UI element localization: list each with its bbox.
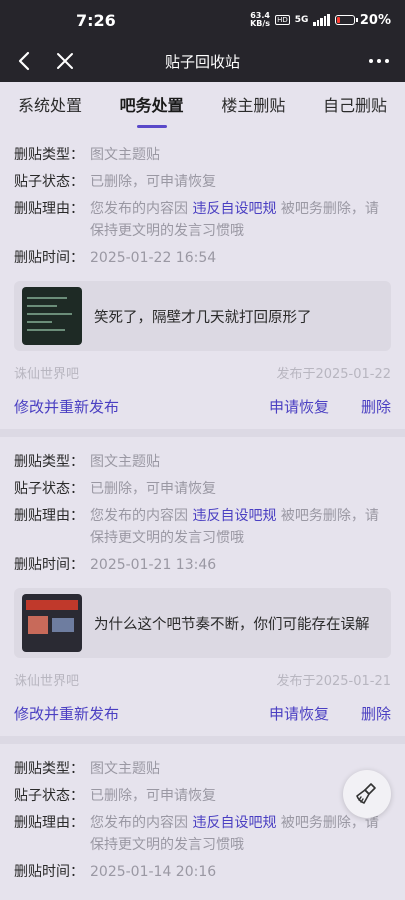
field-label: 删贴理由： <box>14 815 84 831</box>
info-row-status: 贴子状态： 已删除，可申请恢复 <box>14 478 391 500</box>
post-actions: 修改并重新发布 申请恢复 删除 <box>14 396 391 417</box>
field-value: 您发布的内容因 违反自设吧规 被吧务删除，请保持更文明的发言习惯哦 <box>90 508 379 546</box>
field-label: 删贴时间： <box>14 557 84 573</box>
status-bar: 7:26 63.4 KB/s HD 5G 20% <box>0 0 405 40</box>
nav-bar: 贴子回收站 <box>0 40 405 82</box>
more-dots-icon[interactable] <box>365 48 393 74</box>
rule-link[interactable]: 违反自设吧规 <box>192 201 276 217</box>
net-speed-unit: KB/s <box>250 19 271 28</box>
request-restore-button[interactable]: 申请恢复 <box>269 703 329 724</box>
post-meta: 诛仙世界吧 发布于2025-01-21 <box>14 670 391 689</box>
status-indicators: 63.4 KB/s HD 5G 20% <box>250 12 391 28</box>
forum-name[interactable]: 诛仙世界吧 <box>14 363 79 382</box>
hd-badge: HD <box>275 15 290 25</box>
close-icon[interactable] <box>52 48 78 74</box>
info-row-reason: 删贴理由： 您发布的内容因 违反自设吧规 被吧务删除，请保持更文明的发言习惯哦 <box>14 505 391 549</box>
broom-icon <box>356 783 376 804</box>
field-value: 图文主题贴 <box>90 454 160 470</box>
tab-bar: 系统处置 吧务处置 楼主删贴 自己删贴 <box>0 82 405 130</box>
deleted-post-card: 删贴类型： 图文主题贴 贴子状态： 已删除，可申请恢复 删贴理由： 您发布的内容… <box>0 130 405 437</box>
battery-icon <box>334 15 358 25</box>
field-value: 已删除，可申请恢复 <box>90 481 216 497</box>
info-row-time: 删贴时间： 2025-01-14 20:16 <box>14 861 391 883</box>
field-label: 删贴类型： <box>14 761 84 777</box>
publish-date: 发布于2025-01-22 <box>276 367 391 382</box>
request-restore-button[interactable]: 申请恢复 <box>269 396 329 417</box>
field-value: 2025-01-22 16:54 <box>90 250 217 266</box>
post-actions: 修改并重新发布 申请恢复 删除 <box>14 703 391 724</box>
field-label: 贴子状态： <box>14 481 84 497</box>
info-row-type: 删贴类型： 图文主题贴 <box>14 144 391 166</box>
info-row-time: 删贴时间： 2025-01-22 16:54 <box>14 247 391 269</box>
publish-date: 发布于2025-01-21 <box>276 674 391 689</box>
field-label: 贴子状态： <box>14 174 84 190</box>
post-thumbnail <box>22 594 82 652</box>
info-row-type: 删贴类型： 图文主题贴 <box>14 758 391 780</box>
post-thumbnail <box>22 287 82 345</box>
signal-icon <box>313 14 330 26</box>
clean-fab-button[interactable] <box>343 770 391 818</box>
status-time: 7:26 <box>76 10 116 30</box>
tab-system[interactable]: 系统处置 <box>18 82 82 130</box>
deleted-post-card: 删贴类型： 图文主题贴 贴子状态： 已删除，可申请恢复 删贴理由： 您发布的内容… <box>0 744 405 900</box>
post-title: 为什么这个吧节奏不断，你们可能存在误解 <box>94 616 370 633</box>
field-value: 您发布的内容因 违反自设吧规 被吧务删除，请保持更文明的发言习惯哦 <box>90 201 379 239</box>
delete-button[interactable]: 删除 <box>361 703 391 724</box>
tab-author[interactable]: 楼主删贴 <box>221 82 285 130</box>
tab-moderator[interactable]: 吧务处置 <box>120 82 184 130</box>
field-label: 删贴类型： <box>14 454 84 470</box>
field-value: 2025-01-14 20:16 <box>90 864 217 880</box>
info-row-reason: 删贴理由： 您发布的内容因 违反自设吧规 被吧务删除，请保持更文明的发言习惯哦 <box>14 198 391 242</box>
tab-self[interactable]: 自己删贴 <box>323 82 387 130</box>
battery-percent: 20% <box>359 12 391 28</box>
field-label: 删贴类型： <box>14 147 84 163</box>
network-type: 5G <box>294 15 309 25</box>
info-row-reason: 删贴理由： 您发布的内容因 违反自设吧规 被吧务删除，请保持更文明的发言习惯哦 <box>14 812 391 856</box>
field-label: 删贴理由： <box>14 508 84 524</box>
info-row-status: 贴子状态： 已删除，可申请恢复 <box>14 785 391 807</box>
rule-link[interactable]: 违反自设吧规 <box>192 815 276 831</box>
field-label: 删贴时间： <box>14 864 84 880</box>
post-meta: 诛仙世界吧 发布于2025-01-22 <box>14 363 391 382</box>
field-value: 已删除，可申请恢复 <box>90 174 216 190</box>
rule-link[interactable]: 违反自设吧规 <box>192 508 276 524</box>
forum-name[interactable]: 诛仙世界吧 <box>14 670 79 689</box>
field-label: 删贴时间： <box>14 250 84 266</box>
info-row-type: 删贴类型： 图文主题贴 <box>14 451 391 473</box>
field-label: 删贴理由： <box>14 201 84 217</box>
field-value: 2025-01-21 13:46 <box>90 557 217 573</box>
field-label: 贴子状态： <box>14 788 84 804</box>
chevron-left-icon[interactable] <box>12 48 38 74</box>
field-value: 图文主题贴 <box>90 147 160 163</box>
edit-repost-button[interactable]: 修改并重新发布 <box>14 703 269 724</box>
info-row-status: 贴子状态： 已删除，可申请恢复 <box>14 171 391 193</box>
net-speed: 63.4 KB/s <box>250 12 270 28</box>
field-value: 您发布的内容因 违反自设吧规 被吧务删除，请保持更文明的发言习惯哦 <box>90 815 379 853</box>
field-value: 图文主题贴 <box>90 761 160 777</box>
edit-repost-button[interactable]: 修改并重新发布 <box>14 396 269 417</box>
post-title: 笑死了，隔壁才几天就打回原形了 <box>94 309 312 326</box>
info-row-time: 删贴时间： 2025-01-21 13:46 <box>14 554 391 576</box>
delete-button[interactable]: 删除 <box>361 396 391 417</box>
deleted-post-card: 删贴类型： 图文主题贴 贴子状态： 已删除，可申请恢复 删贴理由： 您发布的内容… <box>0 437 405 744</box>
post-preview[interactable]: 笑死了，隔壁才几天就打回原形了 <box>14 281 391 351</box>
post-preview[interactable]: 为什么这个吧节奏不断，你们可能存在误解 <box>14 588 391 658</box>
